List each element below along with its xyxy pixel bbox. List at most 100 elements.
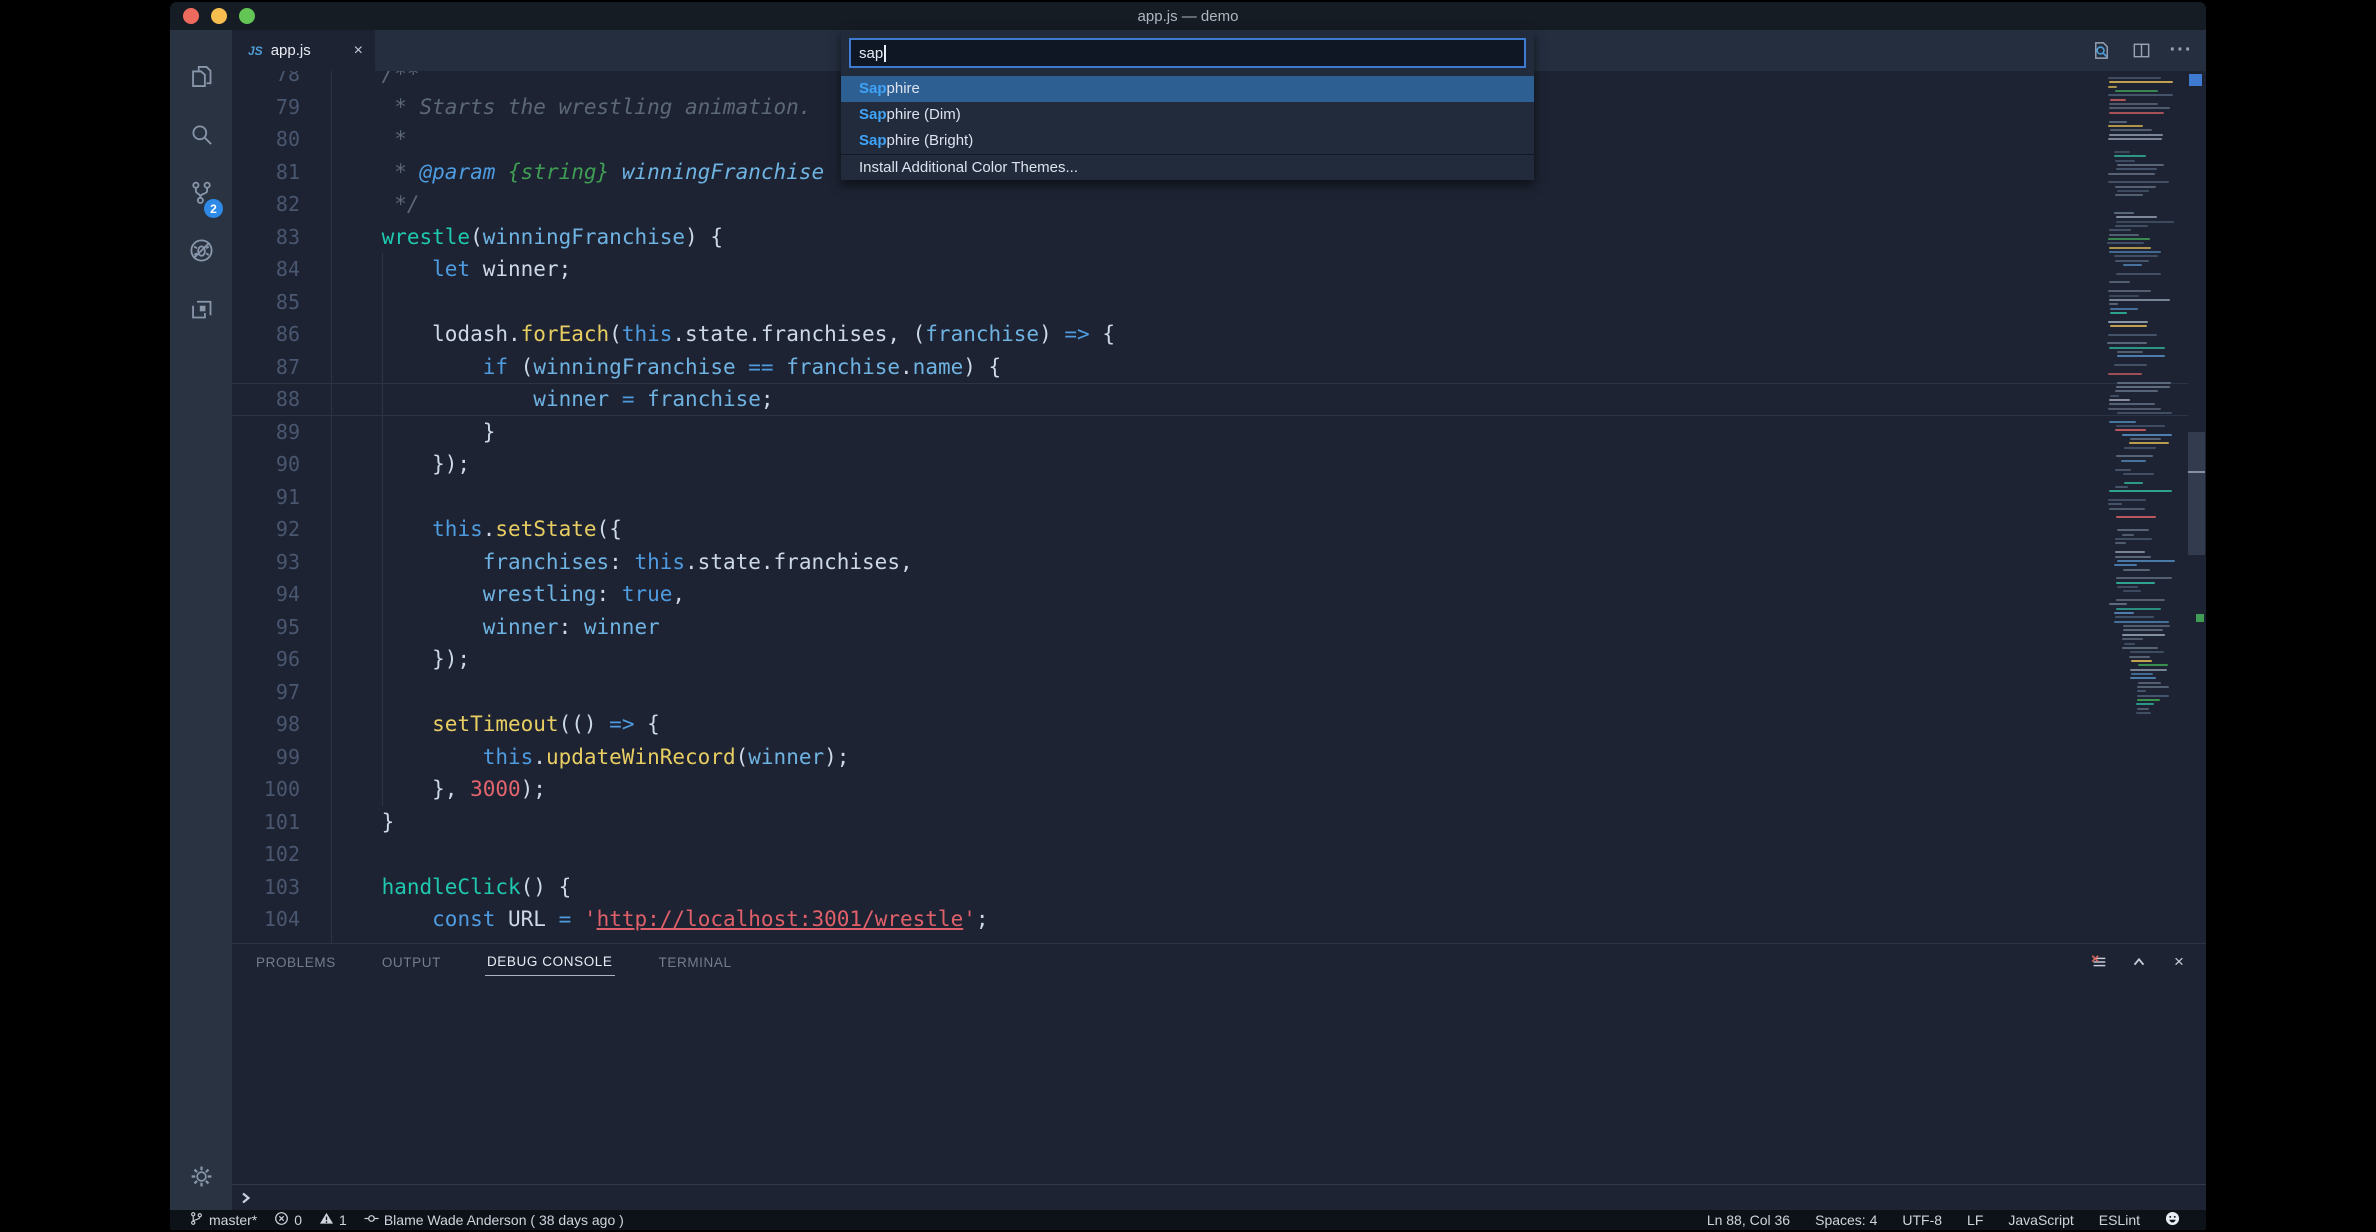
minimap[interactable] [2105, 73, 2188, 943]
code-text: this.setState({ [331, 513, 622, 546]
status-eslint[interactable]: ESLint [2099, 1212, 2140, 1228]
status-utf-8[interactable]: UTF-8 [1902, 1212, 1942, 1228]
code-text: const URL = 'http://localhost:3001/wrest… [331, 903, 989, 936]
close-panel-icon[interactable]: × [2166, 949, 2192, 975]
search-icon [188, 121, 215, 153]
line-number: 103 [232, 871, 300, 904]
panel-tab-problems[interactable]: PROBLEMS [254, 949, 338, 976]
theme-option-sapphire-dim[interactable]: Sapphire (Dim) [841, 102, 1534, 128]
code-text: } [331, 416, 495, 449]
activity-bar: 2 [170, 30, 232, 1210]
line-number: 94 [232, 578, 300, 611]
line-number: 91 [232, 481, 300, 514]
status-label: 0 [294, 1212, 302, 1228]
split-editor-icon[interactable] [2126, 36, 2156, 66]
code-text: } [331, 806, 394, 839]
code-text: winner = franchise; [331, 383, 774, 416]
code-editor[interactable]: 78 /**79 * Starts the wrestling animatio… [232, 71, 2206, 943]
more-actions-icon[interactable]: ··· [2166, 36, 2196, 66]
editor-scrollbar[interactable] [2188, 71, 2206, 943]
line-number: 85 [232, 286, 300, 319]
line-number: 101 [232, 806, 300, 839]
status-label: Spaces: 4 [1815, 1212, 1877, 1228]
tab-app-js[interactable]: JS app.js × [232, 30, 375, 71]
status-spaces-4[interactable]: Spaces: 4 [1815, 1212, 1877, 1228]
status-ln-88-col-36[interactable]: Ln 88, Col 36 [1707, 1212, 1790, 1228]
palette-query-text: sap [859, 45, 883, 62]
panel-tab-debug-console[interactable]: DEBUG CONSOLE [485, 948, 615, 976]
line-number: 81 [232, 156, 300, 189]
code-text: /** [331, 71, 420, 91]
line-number: 95 [232, 611, 300, 644]
warning-icon [319, 1211, 334, 1229]
javascript-file-icon: JS [248, 44, 263, 58]
code-text: lodash.forEach(this.state.franchises, (f… [331, 318, 1115, 351]
tab-close-icon[interactable]: × [354, 43, 363, 59]
bottom-panel: PROBLEMS OUTPUT DEBUG CONSOLE TERMINAL × [232, 943, 2206, 1210]
theme-option-install-additional-color-themes[interactable]: Install Additional Color Themes... [841, 154, 1534, 180]
file-search-icon[interactable] [2086, 36, 2116, 66]
panel-actions: × [2086, 944, 2192, 980]
tab-label: app.js [271, 42, 311, 59]
prompt-chevron-icon [240, 1192, 252, 1204]
line-number: 83 [232, 221, 300, 254]
extensions-icon [188, 295, 215, 327]
settings-gear-icon[interactable] [170, 1156, 232, 1196]
zoom-window-button[interactable] [239, 8, 255, 24]
line-number: 82 [232, 188, 300, 221]
panel-tab-terminal[interactable]: TERMINAL [657, 949, 734, 976]
line-number: 79 [232, 91, 300, 124]
status-bar: master* 0 1 Blame Wade Anderson ( 38 days a… [170, 1210, 2206, 1230]
code-text: this.updateWinRecord(winner); [331, 741, 849, 774]
scrollbar-thumb[interactable] [2188, 432, 2205, 555]
code-text: }, 3000); [331, 773, 546, 806]
panel-tab-bar: PROBLEMS OUTPUT DEBUG CONSOLE TERMINAL [232, 944, 2206, 980]
activity-bar-item-debug[interactable] [170, 224, 232, 282]
activity-bar-item-extensions[interactable] [170, 282, 232, 340]
clear-console-icon[interactable] [2086, 949, 2112, 975]
activity-bar-item-search[interactable] [170, 108, 232, 166]
screenshot-canvas: { "window": { "title": "app.js — demo" }… [0, 0, 2376, 1232]
status-label: Blame Wade Anderson ( 38 days ago ) [384, 1212, 624, 1228]
editor-actions: ··· [2086, 30, 2196, 71]
panel-tab-output[interactable]: OUTPUT [380, 949, 443, 976]
line-number: 89 [232, 416, 300, 449]
status-lf[interactable]: LF [1967, 1212, 1983, 1228]
code-text: let winner; [331, 253, 571, 286]
code-text: winner: winner [331, 611, 660, 644]
line-number: 84 [232, 253, 300, 286]
code-text: handleClick() { [331, 871, 571, 904]
smiley-icon [2165, 1211, 2180, 1229]
status-0[interactable]: 0 [274, 1211, 302, 1229]
close-window-button[interactable] [183, 8, 199, 24]
palette-search-input[interactable]: sap [849, 38, 1526, 68]
line-number: 98 [232, 708, 300, 741]
overview-marker-blue [2189, 74, 2202, 86]
theme-option-sapphire-bright[interactable]: Sapphire (Bright) [841, 128, 1534, 154]
line-number: 102 [232, 838, 300, 871]
vscode-window: app.js — demo 2 JS app.js × ··· 78 /**79 [170, 2, 2206, 1230]
maximize-panel-icon[interactable] [2126, 949, 2152, 975]
line-number: 99 [232, 741, 300, 774]
line-number: 80 [232, 123, 300, 156]
status-label: master* [209, 1212, 257, 1228]
status-master[interactable]: master* [189, 1211, 257, 1229]
status-1[interactable]: 1 [319, 1211, 347, 1229]
status-label: Ln 88, Col 36 [1707, 1212, 1790, 1228]
code-text: wrestling: true, [331, 578, 685, 611]
status-smiley[interactable] [2165, 1211, 2180, 1229]
code-text: if (winningFranchise == franchise.name) … [331, 351, 1001, 384]
status-javascript[interactable]: JavaScript [2008, 1212, 2073, 1228]
status-blame-wade-anderson-38-days-ago[interactable]: Blame Wade Anderson ( 38 days ago ) [364, 1211, 624, 1229]
activity-bar-item-source-control[interactable]: 2 [170, 166, 232, 224]
theme-list: SapphireSapphire (Dim)Sapphire (Bright)I… [841, 76, 1534, 180]
activity-bar-item-explorer[interactable] [170, 50, 232, 108]
debug-console-input[interactable] [232, 1184, 2206, 1210]
status-label: ESLint [2099, 1212, 2140, 1228]
line-number: 87 [232, 351, 300, 384]
line-number: 93 [232, 546, 300, 579]
minimize-window-button[interactable] [211, 8, 227, 24]
theme-option-sapphire[interactable]: Sapphire [841, 76, 1534, 102]
line-number: 105 [232, 936, 300, 944]
status-label: 1 [339, 1212, 347, 1228]
